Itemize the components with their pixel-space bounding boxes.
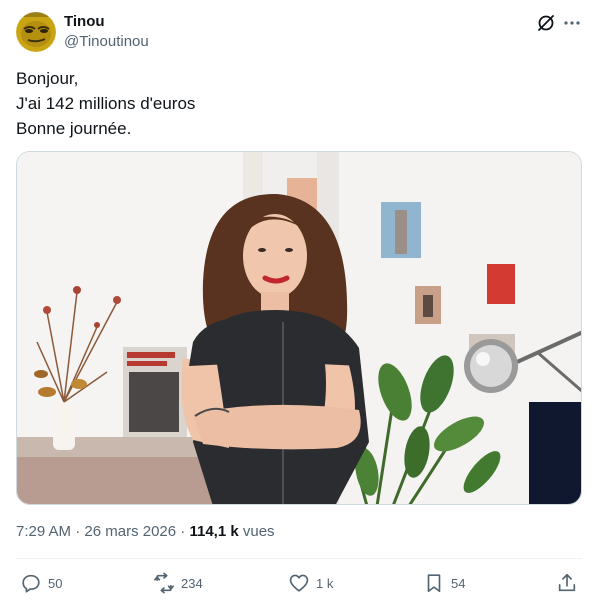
tweet-line: J'ai 142 millions d'euros <box>16 94 196 113</box>
views-label: vues <box>242 523 275 540</box>
share-icon <box>558 573 576 592</box>
tweet-text: Bonjour, J'ai 142 millions d'euros Bonne… <box>16 66 582 141</box>
avatar[interactable] <box>16 12 56 52</box>
reply-icon <box>22 574 40 593</box>
user-handle[interactable]: @Tinoutinou <box>64 33 149 50</box>
tweet-date[interactable]: 26 mars 2026 <box>84 523 176 540</box>
divider <box>16 558 582 559</box>
reply-button[interactable]: 50 <box>20 572 62 594</box>
like-icon <box>289 574 309 592</box>
tweet-meta: 7:29 AM · 26 mars 2026 · 114,1 k vues <box>16 523 275 540</box>
tweet-line: Bonjour, <box>16 69 79 88</box>
share-button[interactable] <box>556 572 578 594</box>
display-name[interactable]: Tinou <box>64 13 105 30</box>
grok-icon[interactable] <box>536 13 556 33</box>
bookmark-count: 54 <box>451 575 466 591</box>
tweet-line: Bonne journée. <box>16 119 132 138</box>
reply-count: 50 <box>48 575 63 591</box>
views-count[interactable]: 114,1 k <box>189 523 238 540</box>
tweet-time[interactable]: 7:29 AM <box>16 523 71 540</box>
like-count: 1 k <box>316 575 334 591</box>
tweet: Tinou @Tinoutinou Bonjour, J'ai 142 mill… <box>0 0 598 606</box>
like-button[interactable]: 1 k <box>288 572 333 594</box>
retweet-icon <box>154 572 174 594</box>
retweet-count: 234 <box>181 575 203 591</box>
bookmark-icon <box>427 574 441 593</box>
meta-separator: · <box>180 523 186 540</box>
retweet-button[interactable]: 234 <box>153 572 203 594</box>
bookmark-button[interactable]: 54 <box>423 572 465 594</box>
more-icon[interactable] <box>562 13 582 33</box>
meta-separator: · <box>75 523 81 540</box>
tweet-photo[interactable] <box>16 151 582 505</box>
